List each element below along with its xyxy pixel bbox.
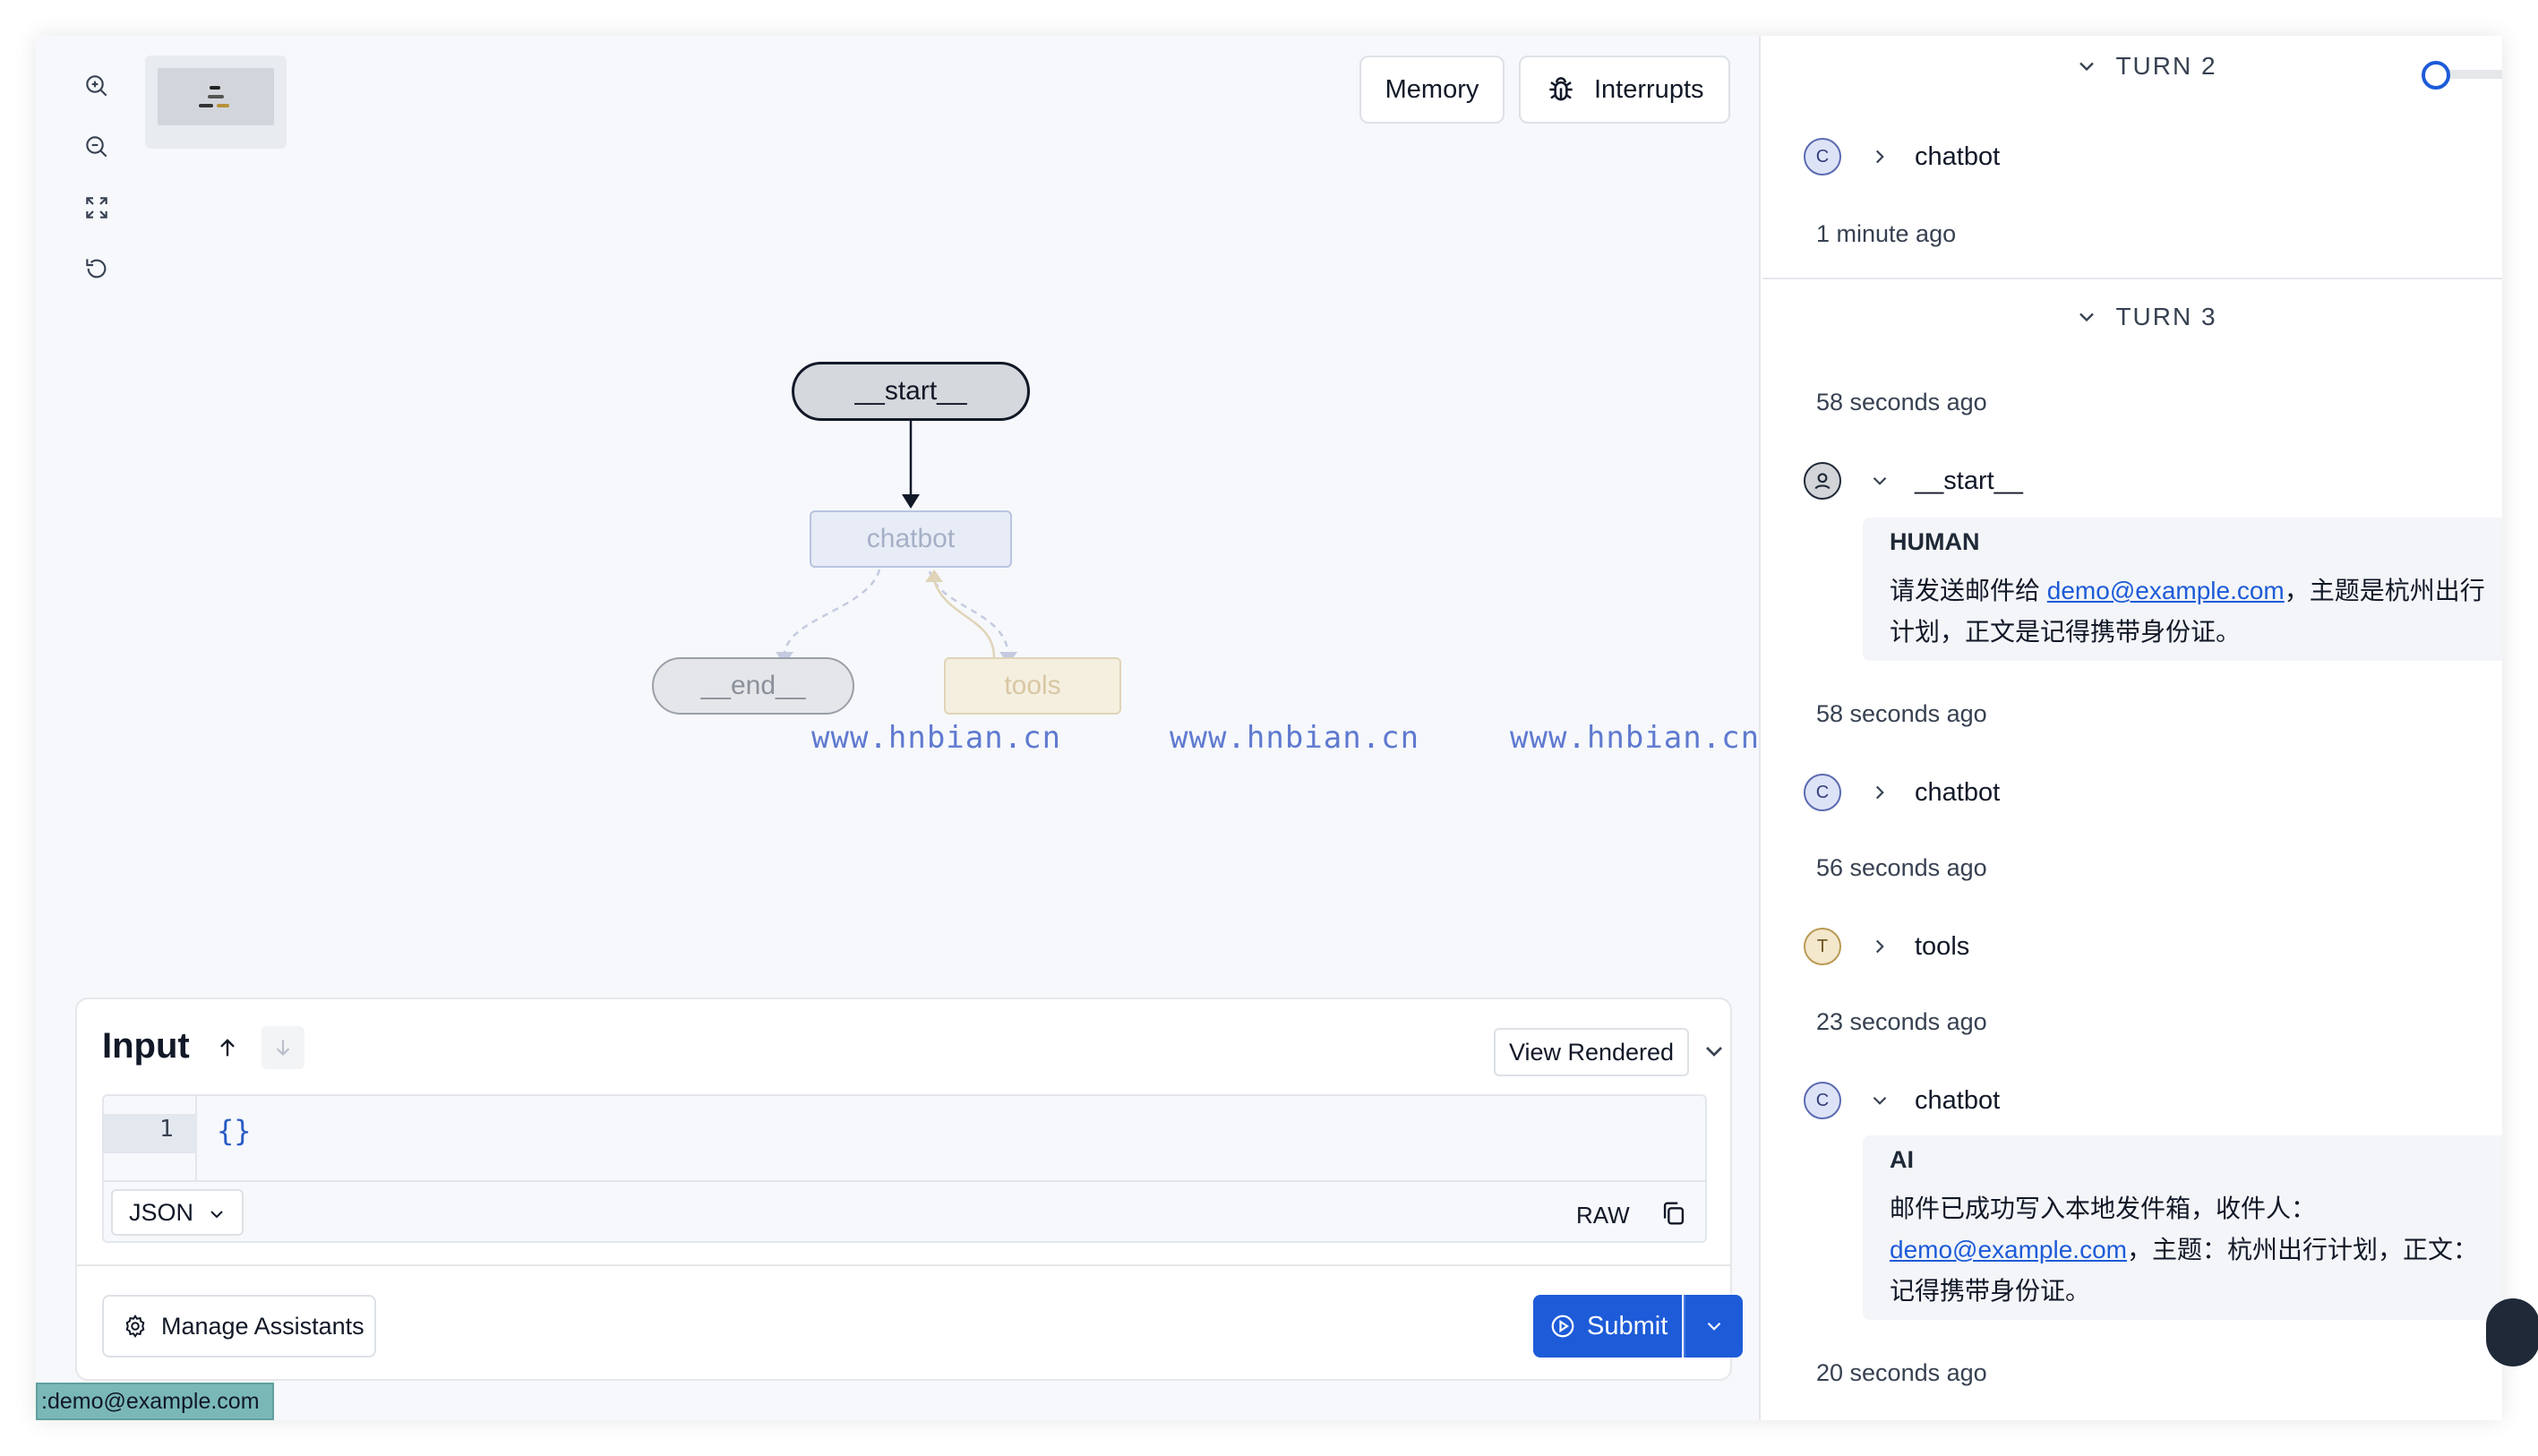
history-down-button[interactable]	[262, 1026, 304, 1069]
message-role: HUMAN	[1890, 528, 1980, 555]
panel-divider	[77, 1264, 1730, 1266]
copy-icon[interactable]	[1659, 1198, 1689, 1229]
timestamp: 58 seconds ago	[1816, 700, 1987, 727]
user-icon	[1814, 473, 1831, 490]
history-item-label: chatbot	[1915, 141, 2001, 171]
ai-message: AI 邮件已成功写入本地发件箱，收件人： demo@example.com，主题：…	[1863, 1135, 2502, 1320]
user-avatar-icon	[1804, 462, 1841, 500]
editor-gutter: 1	[104, 1096, 197, 1180]
arrow-up-icon	[220, 1039, 235, 1057]
chatbot-avatar-icon: C	[1804, 138, 1841, 176]
chevron-right-icon	[1875, 150, 1884, 164]
history-item-tools[interactable]: T tools	[1804, 924, 1969, 969]
graph-edges	[776, 421, 1017, 664]
node-end[interactable]: __end__	[652, 657, 854, 715]
node-tools-label: tools	[1004, 671, 1061, 700]
chevron-down-icon	[1873, 1096, 1887, 1105]
history-item-start[interactable]: __start__	[1804, 458, 2023, 503]
turn-3-label: TURN 3	[2115, 303, 2217, 330]
node-chatbot[interactable]: chatbot	[810, 510, 1012, 568]
status-bar-url: :demo@example.com	[36, 1383, 274, 1420]
chevron-down-icon	[2079, 62, 2095, 72]
submit-label: Submit	[1587, 1311, 1668, 1340]
watermark-text: www.hnbian.cn	[811, 720, 1062, 756]
raw-toggle[interactable]: RAW	[1576, 1202, 1630, 1229]
turn-2-header[interactable]: TURN 2	[1762, 47, 2502, 86]
watermark-text: www.hnbian.cn	[1170, 720, 1420, 756]
timestamp: 1 minute ago	[1816, 220, 1957, 247]
history-item-label: chatbot	[1915, 777, 2001, 807]
chevron-down-icon	[210, 1211, 223, 1219]
tools-avatar-icon: T	[1804, 928, 1841, 965]
history-item-label: __start__	[1915, 466, 2023, 495]
chevron-right-icon	[1875, 939, 1884, 954]
input-panel: Input View Rendered 1 {} JSON RAW Manage…	[75, 998, 1743, 1381]
chevron-down-icon	[1707, 1322, 1721, 1331]
chevron-down-icon[interactable]	[1700, 1037, 1728, 1066]
gear-icon	[125, 1314, 145, 1339]
history-up-button[interactable]	[210, 1030, 245, 1066]
graph-view: __start__ chatbot __end__ tools	[36, 36, 1761, 931]
email-link[interactable]: demo@example.com	[1890, 1236, 2127, 1263]
format-select[interactable]: JSON	[111, 1189, 244, 1236]
timestamp: 56 seconds ago	[1816, 854, 1987, 881]
watermark-text: www.hnbian.cn	[1510, 720, 1761, 756]
history-item-chatbot[interactable]: C chatbot	[1804, 770, 2000, 815]
format-label: JSON	[129, 1198, 194, 1226]
view-rendered-label: View Rendered	[1508, 1038, 1675, 1066]
human-message: HUMAN 请发送邮件给 demo@example.com，主题是杭州出行计划，…	[1863, 518, 2502, 661]
timestamp: 20 seconds ago	[1816, 1359, 1987, 1386]
thread-history-panel[interactable]: TURN 2 C chatbot 1 minute ago TURN 3 58 …	[1762, 36, 2502, 1420]
app-window: Memory Interrupts __start__ chatbot __en…	[36, 36, 2502, 1420]
message-text: 邮件已成功写入本地发件箱，收件人： demo@example.com，主题：杭州出…	[1890, 1195, 2478, 1305]
submit-options-button[interactable]	[1684, 1295, 1743, 1358]
chatbot-avatar-icon: C	[1804, 774, 1841, 811]
line-number: 1	[159, 1116, 174, 1143]
chevron-down-icon	[1873, 476, 1887, 485]
chevron-down-icon	[2079, 313, 2095, 322]
input-title: Input	[102, 1026, 190, 1066]
submit-button[interactable]: Submit	[1533, 1295, 1682, 1358]
turn-divider	[1762, 278, 2502, 279]
email-link[interactable]: demo@example.com	[2047, 577, 2285, 604]
timestamp: 23 seconds ago	[1816, 1008, 1987, 1035]
turn-2-label: TURN 2	[2115, 52, 2217, 80]
chevron-right-icon	[1875, 785, 1884, 800]
editor-footer: JSON RAW	[104, 1180, 1705, 1241]
view-rendered-button[interactable]: View Rendered	[1494, 1028, 1689, 1076]
history-item-label: tools	[1915, 931, 1970, 961]
manage-assistants-label: Manage Assistants	[161, 1312, 364, 1340]
history-item-chatbot[interactable]: C chatbot	[1804, 1078, 2000, 1123]
node-end-label: __end__	[700, 671, 806, 700]
json-editor[interactable]: 1 {} JSON RAW	[102, 1094, 1707, 1243]
node-chatbot-label: chatbot	[866, 524, 956, 553]
turn-3-header[interactable]: TURN 3	[1762, 297, 2502, 337]
node-start[interactable]: __start__	[792, 362, 1030, 421]
chatbot-avatar-icon: C	[1804, 1082, 1841, 1119]
timestamp: 58 seconds ago	[1816, 389, 1987, 415]
editor-code[interactable]: {}	[217, 1114, 252, 1148]
play-circle-icon	[1551, 1315, 1574, 1338]
node-tools[interactable]: tools	[944, 657, 1121, 715]
arrow-down-icon	[276, 1040, 290, 1057]
history-item-label: chatbot	[1915, 1085, 2001, 1115]
help-bubble[interactable]	[2486, 1298, 2538, 1366]
node-start-label: __start__	[854, 376, 967, 406]
manage-assistants-button[interactable]: Manage Assistants	[102, 1295, 376, 1358]
history-item-chatbot[interactable]: C chatbot	[1804, 134, 2000, 179]
graph-canvas[interactable]: Memory Interrupts __start__ chatbot __en…	[36, 36, 1761, 1420]
message-text: 请发送邮件给 demo@example.com，主题是杭州出行计划，正文是记得携…	[1890, 577, 2485, 646]
message-role: AI	[1890, 1146, 1914, 1173]
